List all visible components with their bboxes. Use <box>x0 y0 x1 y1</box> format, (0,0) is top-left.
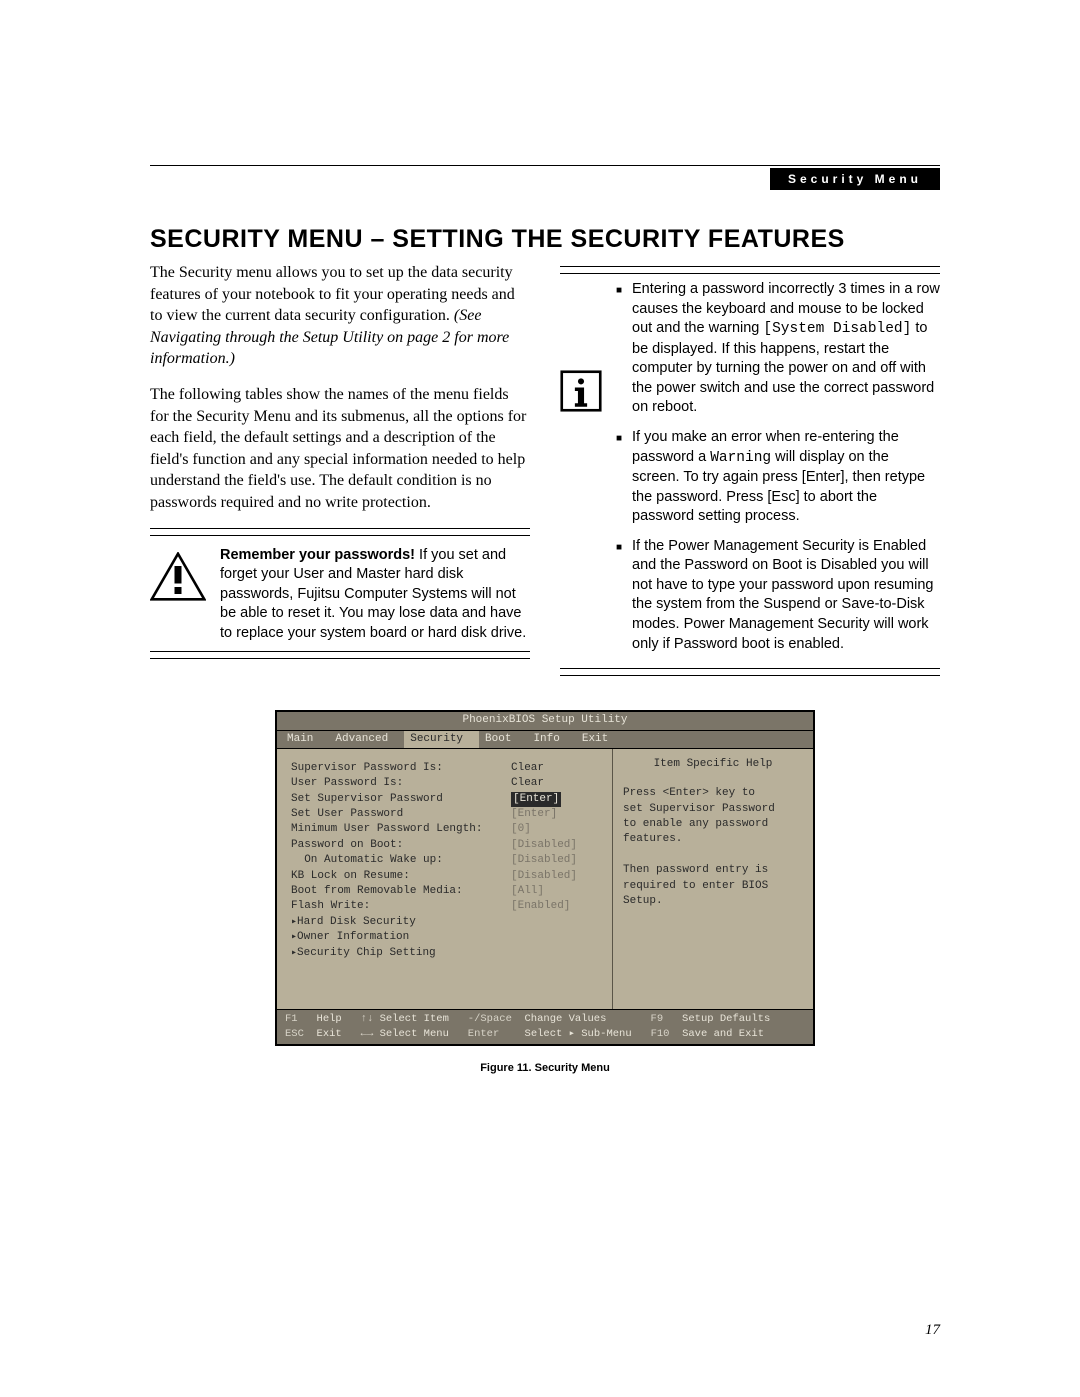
bios-submenu-label: Hard Disk Security <box>291 915 511 930</box>
bios-submenu-row[interactable]: Hard Disk Security <box>291 915 602 930</box>
bios-tab-boot[interactable]: Boot <box>479 731 527 748</box>
bios-tabs: Main Advanced Security Boot Info Exit <box>277 731 813 749</box>
key-enter: Enter Select ▸ Sub-Menu <box>468 1027 651 1042</box>
warning-text: Remember your passwords! If you set and … <box>220 546 530 644</box>
bios-help-title: Item Specific Help <box>623 757 803 772</box>
divider <box>560 675 940 676</box>
key-leftright: ←→ Select Menu <box>361 1027 468 1042</box>
content: SECURITY MENU – SETTING THE SECURITY FEA… <box>150 225 940 1074</box>
bios-field-label: Password on Boot: <box>291 838 511 853</box>
bios-field-row[interactable]: KB Lock on Resume:[Disabled] <box>291 869 602 884</box>
bios-tab-exit[interactable]: Exit <box>576 731 624 748</box>
bios-submenu-row[interactable]: Security Chip Setting <box>291 946 602 961</box>
page: Security Menu SECURITY MENU – SETTING TH… <box>0 0 1080 1397</box>
bios-tab-info[interactable]: Info <box>527 731 575 748</box>
bios-field-row[interactable]: User Password Is:Clear <box>291 776 602 791</box>
bios-field-value: [Enter] <box>511 807 557 822</box>
bios-field-label: On Automatic Wake up: <box>291 853 511 868</box>
bios-main-panel: Supervisor Password Is:ClearUser Passwor… <box>277 749 612 1009</box>
bios-field-label: Flash Write: <box>291 899 511 914</box>
info-list: ■ Entering a password incorrectly 3 time… <box>616 280 940 664</box>
key-space: -/Space Change Values <box>468 1012 651 1027</box>
bullet-icon: ■ <box>616 428 624 527</box>
bullet-icon: ■ <box>616 537 624 654</box>
info-box: ■ Entering a password incorrectly 3 time… <box>560 280 940 664</box>
bios-tab-security[interactable]: Security <box>404 731 479 748</box>
bios-body: Supervisor Password Is:ClearUser Passwor… <box>277 749 813 1009</box>
bios-field-value: [0] <box>511 822 531 837</box>
bios-field-value: Clear <box>511 776 544 791</box>
footer-row-1: F1 Help ↑↓ Select Item -/Space Change Va… <box>285 1012 805 1027</box>
divider <box>150 535 530 536</box>
info-icon <box>560 370 604 419</box>
page-number: 17 <box>925 1322 940 1339</box>
key-f10: F10 Save and Exit <box>651 1027 764 1042</box>
bios-field-label: Boot from Removable Media: <box>291 884 511 899</box>
footer-row-2: ESC Exit ←→ Select Menu Enter Select ▸ S… <box>285 1027 805 1042</box>
divider <box>560 266 940 267</box>
bios-field-label: Minimum User Password Length: <box>291 822 511 837</box>
key-f1: F1 Help <box>285 1012 361 1027</box>
key-f9: F9 Setup Defaults <box>651 1012 771 1027</box>
bios-footer: F1 Help ↑↓ Select Item -/Space Change Va… <box>277 1009 813 1044</box>
bullet-icon: ■ <box>616 280 624 418</box>
bios-field-value: Clear <box>511 761 544 776</box>
bullet-text: If you make an error when re-entering th… <box>632 428 940 527</box>
bios-field-row[interactable]: Password on Boot:[Disabled] <box>291 838 602 853</box>
bios-submenu-row[interactable]: Owner Information <box>291 930 602 945</box>
figure-caption: Figure 11. Security Menu <box>275 1062 815 1074</box>
warning-icon <box>150 552 206 608</box>
intro-para-2: The following tables show the names of t… <box>150 384 530 514</box>
bios-field-label: Set User Password <box>291 807 511 822</box>
right-column: ■ Entering a password incorrectly 3 time… <box>560 262 940 682</box>
bios-tab-advanced[interactable]: Advanced <box>329 731 404 748</box>
bullet-text: Entering a password incorrectly 3 times … <box>632 280 940 418</box>
bios-field-label: Supervisor Password Is: <box>291 761 511 776</box>
bios-submenu-label: Security Chip Setting <box>291 946 511 961</box>
bios-title: PhoenixBIOS Setup Utility <box>277 712 813 730</box>
bios-tab-main[interactable]: Main <box>281 731 329 748</box>
bios-field-value: [Enter] <box>511 792 561 807</box>
intro-para-1: The Security menu allows you to set up t… <box>150 262 530 370</box>
bios-field-label: User Password Is: <box>291 776 511 791</box>
bios-field-row[interactable]: Boot from Removable Media:[All] <box>291 884 602 899</box>
bios-field-row[interactable]: Flash Write:[Enabled] <box>291 899 602 914</box>
top-rule <box>150 165 940 166</box>
bios-field-value: [Disabled] <box>511 853 577 868</box>
divider <box>150 658 530 659</box>
bullet-2: ■ If you make an error when re-entering … <box>616 428 940 527</box>
key-esc: ESC Exit <box>285 1027 361 1042</box>
bios-window: PhoenixBIOS Setup Utility Main Advanced … <box>275 710 815 1046</box>
warning-box: Remember your passwords! If you set and … <box>150 542 530 648</box>
header-tag: Security Menu <box>770 168 940 190</box>
bullet-3: ■ If the Power Management Security is En… <box>616 537 940 654</box>
bullet-text: If the Power Management Security is Enab… <box>632 537 940 654</box>
divider <box>150 651 530 652</box>
bios-submenu-label: Owner Information <box>291 930 511 945</box>
warning-lead: Remember your passwords! <box>220 547 415 563</box>
bios-field-value: [Enabled] <box>511 899 570 914</box>
bios-figure: PhoenixBIOS Setup Utility Main Advanced … <box>275 710 815 1074</box>
bios-field-value: [All] <box>511 884 544 899</box>
bios-help-text: Press <Enter> key to set Supervisor Pass… <box>623 786 803 909</box>
bios-field-row[interactable]: Supervisor Password Is:Clear <box>291 761 602 776</box>
bios-field-label: Set Supervisor Password <box>291 792 511 807</box>
bullet-1: ■ Entering a password incorrectly 3 time… <box>616 280 940 418</box>
divider <box>560 668 940 669</box>
columns: The Security menu allows you to set up t… <box>150 262 940 682</box>
bios-field-row[interactable]: On Automatic Wake up:[Disabled] <box>291 853 602 868</box>
left-column: The Security menu allows you to set up t… <box>150 262 530 682</box>
page-title: SECURITY MENU – SETTING THE SECURITY FEA… <box>150 225 940 254</box>
bios-field-value: [Disabled] <box>511 869 577 884</box>
bios-field-row[interactable]: Set Supervisor Password[Enter] <box>291 792 602 807</box>
bios-field-row[interactable]: Set User Password[Enter] <box>291 807 602 822</box>
bios-help-panel: Item Specific Help Press <Enter> key to … <box>612 749 813 1009</box>
key-updown: ↑↓ Select Item <box>361 1012 468 1027</box>
bios-field-value: [Disabled] <box>511 838 577 853</box>
bios-field-row[interactable]: Minimum User Password Length:[0] <box>291 822 602 837</box>
divider <box>560 273 940 274</box>
divider <box>150 528 530 529</box>
bios-field-label: KB Lock on Resume: <box>291 869 511 884</box>
